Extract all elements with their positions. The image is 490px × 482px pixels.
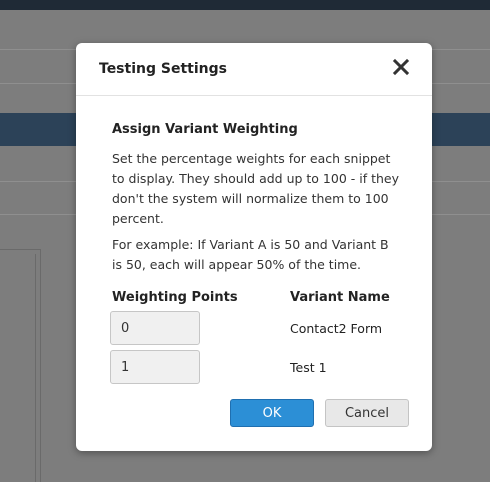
cancel-button[interactable]: Cancel — [325, 399, 409, 427]
app-top-bar — [0, 0, 490, 10]
weighting-description: Set the percentage weights for each snip… — [112, 151, 400, 226]
variant-name-header: Variant Name — [290, 290, 390, 305]
weight-input[interactable] — [110, 311, 200, 345]
weight-input[interactable] — [110, 350, 200, 384]
close-icon[interactable] — [390, 56, 412, 78]
background-panel-inner — [0, 254, 36, 482]
section-title: Assign Variant Weighting — [112, 122, 298, 137]
dialog-header: Testing Settings — [76, 43, 432, 96]
variant-name: Test 1 — [290, 360, 327, 375]
weighting-points-header: Weighting Points — [112, 290, 238, 305]
testing-settings-dialog: Testing Settings Assign Variant Weightin… — [76, 43, 432, 451]
weighting-example: For example: If Variant A is 50 and Vari… — [112, 237, 389, 272]
dialog-title: Testing Settings — [99, 61, 227, 77]
variant-name: Contact2 Form — [290, 321, 383, 336]
ok-button[interactable]: OK — [230, 399, 314, 427]
